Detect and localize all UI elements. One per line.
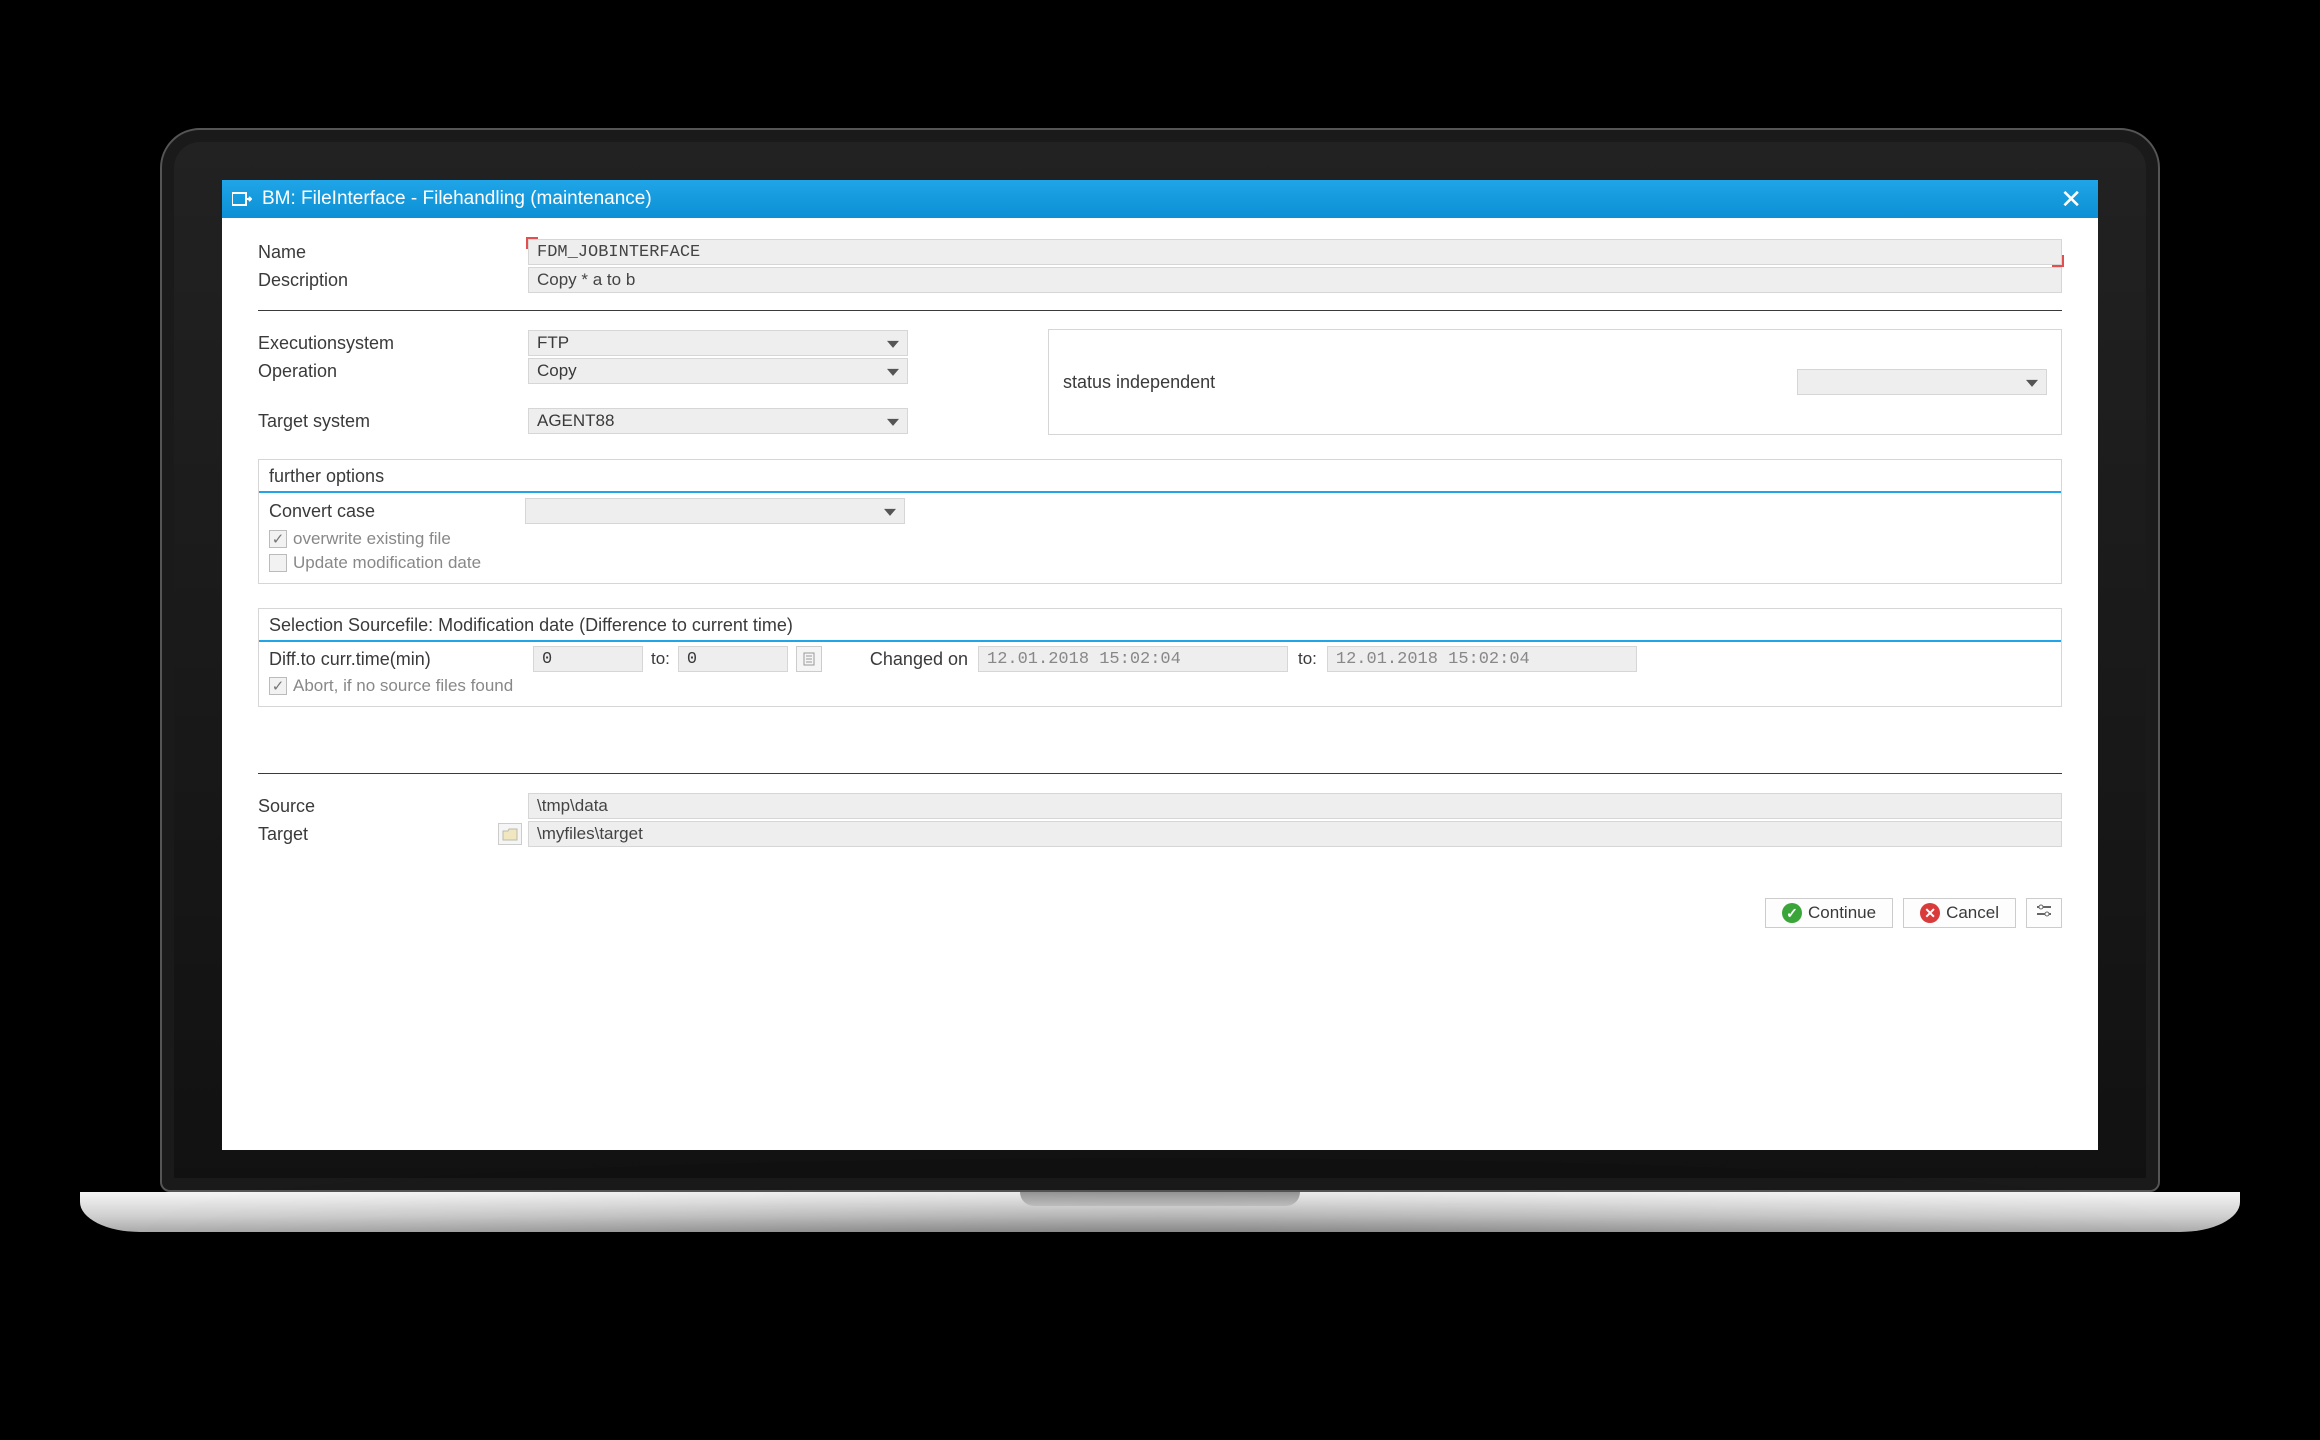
screen: BM: FileInterface - Filehandling (mainte… bbox=[222, 180, 2098, 1150]
target-label: Target bbox=[258, 823, 528, 845]
convert-case-label: Convert case bbox=[269, 501, 525, 522]
changed-on-label: Changed on bbox=[870, 649, 968, 670]
source-input[interactable]: \tmp\data bbox=[528, 793, 2062, 819]
name-label: Name bbox=[258, 242, 528, 263]
divider bbox=[258, 310, 2062, 311]
to-label: to: bbox=[651, 649, 670, 669]
cancel-icon: ✕ bbox=[1920, 903, 1940, 923]
name-input[interactable]: FDM_JOBINTERFACE bbox=[528, 239, 2062, 265]
name-row: Name FDM_JOBINTERFACE bbox=[258, 238, 2062, 266]
name-field-wrap: FDM_JOBINTERFACE bbox=[528, 239, 2062, 265]
settings-button[interactable] bbox=[2026, 898, 2062, 928]
executionsystem-select[interactable]: FTP bbox=[528, 330, 908, 356]
folder-icon[interactable] bbox=[498, 823, 522, 845]
changed-to-input[interactable]: 12.01.2018 15:02:04 bbox=[1327, 646, 1637, 672]
target-input[interactable]: \myfiles\target bbox=[528, 821, 2062, 847]
button-bar: ✓ Continue ✕ Cancel bbox=[258, 898, 2062, 928]
update-mod-date-checkbox[interactable] bbox=[269, 554, 287, 572]
update-mod-date-label: Update modification date bbox=[293, 553, 481, 573]
executionsystem-label: Executionsystem bbox=[258, 333, 528, 354]
operation-label: Operation bbox=[258, 361, 528, 382]
target-system-select[interactable]: AGENT88 bbox=[528, 408, 908, 434]
window-title: BM: FileInterface - Filehandling (mainte… bbox=[262, 188, 652, 210]
further-options-box: further options Convert case ✓ overwrite… bbox=[258, 459, 2062, 584]
operation-select[interactable]: Copy bbox=[528, 358, 908, 384]
check-icon: ✓ bbox=[1782, 903, 1802, 923]
target-system-label: Target system bbox=[258, 411, 528, 432]
close-button[interactable]: ✕ bbox=[2054, 184, 2088, 215]
sliders-icon bbox=[2035, 904, 2053, 923]
changed-from-input[interactable]: 12.01.2018 15:02:04 bbox=[978, 646, 1288, 672]
diff-label: Diff.to curr.time(min) bbox=[269, 649, 525, 670]
selection-sourcefile-box: Selection Sourcefile: Modification date … bbox=[258, 608, 2062, 707]
divider bbox=[258, 773, 2062, 774]
window-icon bbox=[232, 191, 252, 207]
target-row: Target \myfiles\target bbox=[258, 820, 2062, 848]
diff-to-input[interactable]: 0 bbox=[678, 646, 788, 672]
description-label: Description bbox=[258, 270, 528, 291]
further-options-title: further options bbox=[259, 460, 2061, 493]
exec-section: Executionsystem FTP Operation Copy Targe… bbox=[258, 329, 2062, 435]
focus-bracket-icon bbox=[2052, 255, 2064, 267]
selection-sourcefile-title: Selection Sourcefile: Modification date … bbox=[259, 609, 2061, 642]
window-titlebar: BM: FileInterface - Filehandling (mainte… bbox=[222, 180, 2098, 218]
status-label: status independent bbox=[1063, 372, 1215, 393]
focus-bracket-icon bbox=[526, 237, 538, 249]
to-label-2: to: bbox=[1298, 649, 1317, 669]
description-row: Description Copy * a to b bbox=[258, 266, 2062, 294]
laptop-shadow bbox=[110, 1212, 2210, 1312]
description-input[interactable]: Copy * a to b bbox=[528, 267, 2062, 293]
source-label: Source bbox=[258, 796, 528, 817]
status-select[interactable] bbox=[1797, 369, 2047, 395]
overwrite-label: overwrite existing file bbox=[293, 529, 451, 549]
convert-case-select[interactable] bbox=[525, 498, 905, 524]
diff-from-input[interactable]: 0 bbox=[533, 646, 643, 672]
source-row: Source \tmp\data bbox=[258, 792, 2062, 820]
abort-label: Abort, if no source files found bbox=[293, 676, 513, 696]
calculator-icon[interactable] bbox=[796, 646, 822, 672]
dialog-content: Name FDM_JOBINTERFACE Description Copy *… bbox=[222, 218, 2098, 952]
laptop-frame: BM: FileInterface - Filehandling (mainte… bbox=[160, 128, 2160, 1312]
status-panel: status independent bbox=[1048, 329, 2062, 435]
cancel-button[interactable]: ✕ Cancel bbox=[1903, 898, 2016, 928]
overwrite-checkbox[interactable]: ✓ bbox=[269, 530, 287, 548]
screen-bezel: BM: FileInterface - Filehandling (mainte… bbox=[160, 128, 2160, 1192]
abort-checkbox[interactable]: ✓ bbox=[269, 677, 287, 695]
continue-button[interactable]: ✓ Continue bbox=[1765, 898, 1893, 928]
